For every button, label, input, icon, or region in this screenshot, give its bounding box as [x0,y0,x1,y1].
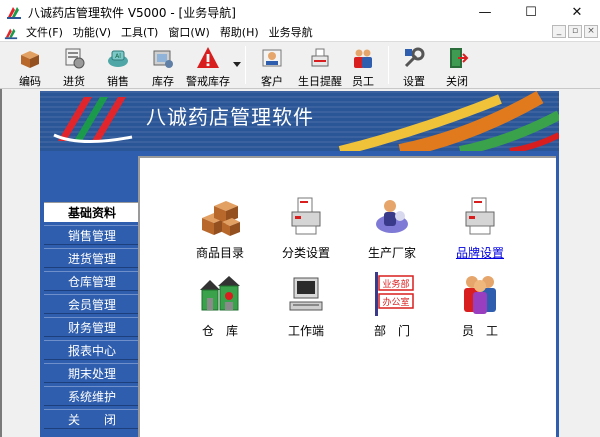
toolbar-settings-button[interactable]: 设置 [394,45,434,88]
nav-report-center[interactable]: 报表中心 [44,340,138,360]
nav-period-end[interactable]: 期末处理 [44,363,138,383]
menu-business-nav[interactable]: 业务导航 [264,24,318,41]
nav-basic-data[interactable]: 基础资料 [44,202,138,222]
content-item-department[interactable]: 业务部 办公室 部 门 [352,272,432,339]
nav-close[interactable]: 关 闭 [44,409,138,429]
svg-text:Al: Al [115,53,121,60]
brand-printer-icon [458,194,502,238]
navigation-panel: 基础资料 销售管理 进货管理 仓库管理 会员管理 财务管理 报表中心 期末处理 … [40,151,559,437]
nav-purchase-management[interactable]: 进货管理 [44,248,138,268]
nav-system-maintenance[interactable]: 系统维护 [44,386,138,406]
category-printer-icon [284,194,328,238]
toolbar-separator [388,46,389,84]
menu-window[interactable]: 窗口(W) [163,24,214,41]
workstation-icon [284,272,328,316]
mdi-close-button[interactable]: × [584,25,598,38]
nav-member-management[interactable]: 会员管理 [44,294,138,314]
settings-icon [402,46,426,70]
toolbar-code-button[interactable]: 编码 [10,45,50,88]
content-item-manufacturer[interactable]: 生产厂家 [352,194,432,261]
toolbar-close-button[interactable]: 关闭 [437,45,477,88]
header-banner: 八诚药店管理软件 [40,91,559,151]
menu-bar: 文件(F) 功能(V) 工具(T) 窗口(W) 帮助(H) 业务导航 _ ▫ × [0,24,600,41]
menu-tools[interactable]: 工具(T) [116,24,163,41]
toolbar-purchase-button[interactable]: 进货 [54,45,94,88]
nav-sales-management[interactable]: 销售管理 [44,225,138,245]
content-item-brand-settings[interactable]: 品牌设置 [440,194,520,261]
warning-dropdown-arrow-icon[interactable] [233,62,241,67]
birthday-icon [308,46,332,70]
workspace-edge [0,89,2,437]
dept-sign-line2: 办公室 [382,296,409,308]
exit-door-icon [445,46,469,70]
app-logo-icon [6,4,22,20]
window-title: 八诚药店管理软件 V5000 - [业务导航] [28,5,236,20]
minimize-button[interactable]: — [462,0,508,24]
content-item-employees[interactable]: 员 工 [440,272,520,339]
warning-icon [196,46,220,70]
content-item-warehouse[interactable]: 仓 库 [180,272,260,339]
purchase-icon [62,46,86,70]
department-icon: 业务部 办公室 [370,272,414,316]
document-logo-icon[interactable] [4,26,18,40]
staff-icon [351,46,375,70]
content-item-category-settings[interactable]: 分类设置 [266,194,346,261]
sales-icon: Al [106,46,130,70]
toolbar-customer-button[interactable]: 客户 [252,45,292,88]
mdi-minimize-button[interactable]: _ [552,25,566,38]
menu-function[interactable]: 功能(V) [68,24,116,41]
toolbar-birthday-button[interactable]: 生日提醒 [294,45,346,88]
toolbar-separator [245,46,246,84]
mdi-restore-button[interactable]: ▫ [568,25,582,38]
title-bar: 八诚药店管理软件 V5000 - [业务导航] — ☐ ✕ [0,0,600,24]
toolbar-sales-button[interactable]: Al 销售 [98,45,138,88]
employees-icon [458,272,502,316]
manufacturer-icon [370,194,414,238]
content-item-product-catalog[interactable]: 商品目录 [180,194,260,261]
banner-title: 八诚药店管理软件 [146,105,314,129]
toolbar-warning-stock-button[interactable]: 警戒库存 [186,45,230,88]
product-box-icon [18,46,42,70]
nav-warehouse-management[interactable]: 仓库管理 [44,271,138,291]
customer-icon [260,46,284,70]
warehouse-icon [198,272,242,316]
toolbar-staff-button[interactable]: 员工 [343,45,383,88]
maximize-button[interactable]: ☐ [508,0,554,24]
menu-help[interactable]: 帮助(H) [215,24,264,41]
dept-sign-line1: 业务部 [382,278,409,290]
nav-finance-management[interactable]: 财务管理 [44,317,138,337]
toolbar-stock-button[interactable]: 库存 [143,45,183,88]
stock-icon [151,46,175,70]
close-button[interactable]: ✕ [554,0,600,24]
toolbar: 编码 进货 Al 销售 库存 警戒库存 客户 生日提醒 员工 设置 关闭 [0,41,600,89]
boxes-icon [198,194,242,238]
menu-file[interactable]: 文件(F) [21,24,68,41]
content-area: 商品目录 分类设置 生产厂家 品牌设置 仓 库 工作端 业务部 办公室 部 门 … [138,156,556,437]
content-item-workstation[interactable]: 工作端 [266,272,346,339]
